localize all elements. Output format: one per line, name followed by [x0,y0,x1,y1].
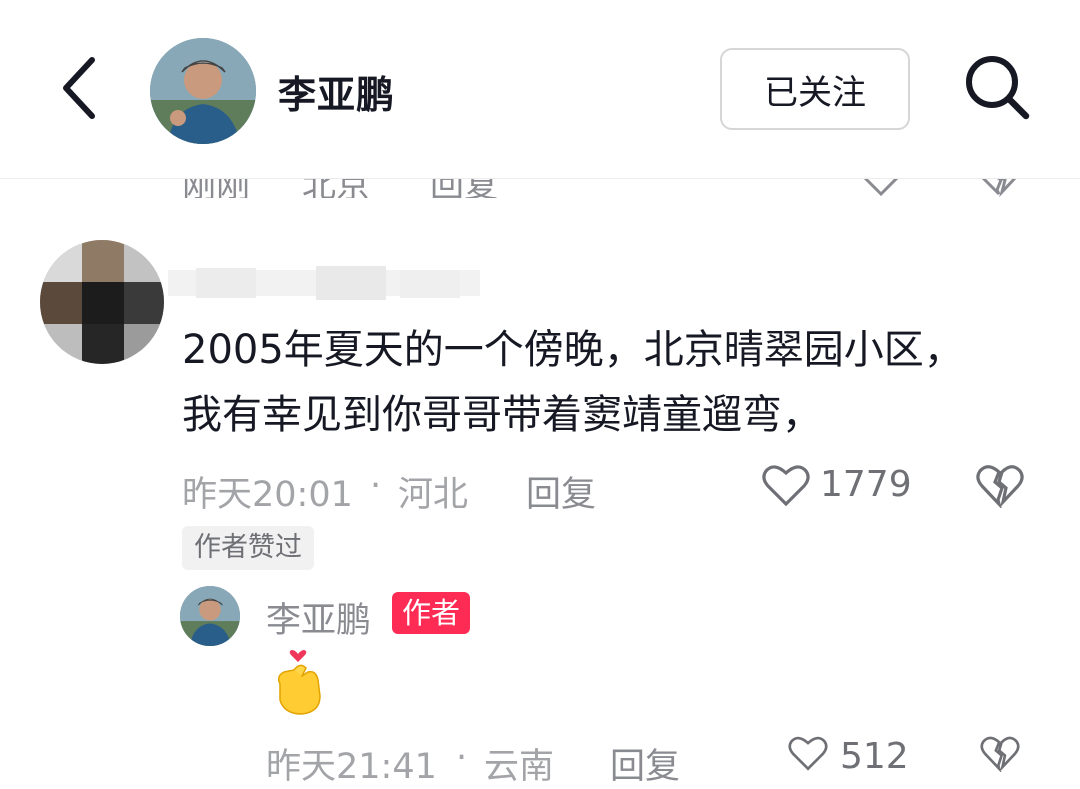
following-button[interactable]: 已关注 [720,48,910,130]
dislike-broken-heart-icon[interactable] [976,734,1024,772]
comment-like-count: 1779 [820,464,912,505]
author-badge: 作者 [392,592,471,634]
back-button[interactable] [54,52,114,124]
blurred-username [168,266,480,300]
reply-like-count: 512 [840,736,909,777]
page-title: 李亚鹏 [278,73,396,117]
search-button[interactable] [960,50,1034,124]
meta-separator: · [456,738,468,778]
search-icon [966,56,1030,120]
dislike-broken-heart-icon[interactable] [976,462,1024,508]
top-bar: 李亚鹏 已关注 [0,0,1080,179]
author-liked-tag: 作者赞过 [182,526,314,570]
meta-separator: · [370,466,382,506]
like-heart-icon[interactable] [762,462,810,508]
reply-author-name[interactable]: 李亚鹏 [266,592,371,643]
commenter-avatar[interactable] [40,240,164,364]
reply-reply-button[interactable]: 回复 [610,738,680,789]
comment-text: 2005年夏天的一个傍晚，北京晴翠园小区，我有幸见到你哥哥带着窦靖童遛弯， [182,327,964,438]
reply-time: 昨天21:41 [266,747,437,787]
profile-avatar[interactable] [150,38,256,144]
comment-reply-button[interactable]: 回复 [526,466,596,517]
finger-heart-emoji-icon [277,650,321,715]
chevron-left-icon [63,57,95,119]
comment-time: 昨天20:01 [182,475,353,515]
like-heart-icon[interactable] [784,734,832,772]
reply-author-avatar[interactable] [180,586,240,646]
reply-location: 云南 [484,747,555,787]
comment-location: 河北 [398,475,469,515]
avatar-photo [180,586,240,646]
commenter-name-blurred[interactable] [168,262,480,304]
avatar-photo [150,38,256,144]
pixelated-avatar [40,240,164,364]
